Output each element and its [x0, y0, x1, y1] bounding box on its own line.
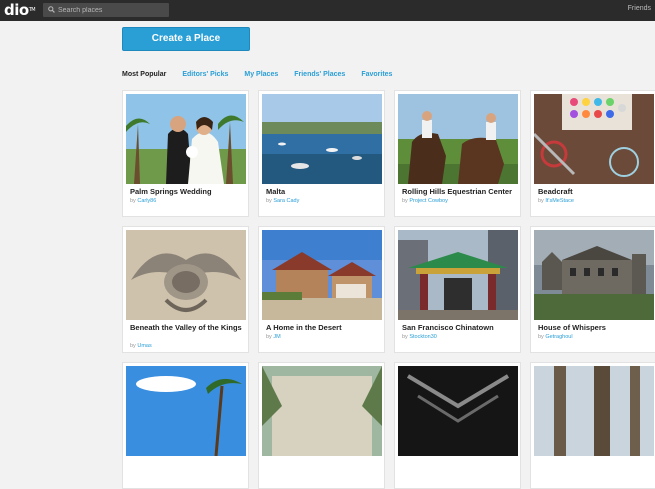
place-thumbnail[interactable] [126, 230, 246, 320]
tab-my-places[interactable]: My Places [244, 71, 278, 81]
place-thumbnail[interactable] [534, 366, 654, 456]
place-card[interactable]: Palm Springs Wedding by Carly86 [122, 90, 249, 217]
place-title[interactable]: Rolling Hills Equestrian Center [402, 187, 516, 196]
place-tabs: Most Popular Editors' Picks My Places Fr… [122, 71, 408, 81]
place-card[interactable]: A Home in the Desert by JM [258, 226, 385, 353]
place-title[interactable]: San Francisco Chinatown [402, 323, 516, 332]
place-thumbnail[interactable] [126, 366, 246, 456]
place-author: by Getraghoul [538, 334, 573, 340]
place-card[interactable]: Beadcraft by It'sMeStace [530, 90, 655, 217]
create-place-button[interactable]: Create a Place [122, 27, 250, 51]
place-thumbnail[interactable] [534, 230, 654, 320]
place-author: by Project Cowboy [402, 198, 448, 204]
author-link[interactable]: Project Cowboy [409, 198, 448, 204]
place-title[interactable]: Malta [266, 187, 380, 196]
place-card[interactable] [394, 362, 521, 489]
place-author: by Carly86 [130, 198, 157, 204]
place-thumbnail[interactable] [398, 366, 518, 456]
tab-favorites[interactable]: Favorites [361, 71, 392, 81]
author-link[interactable]: Carly86 [137, 198, 156, 204]
search-box[interactable] [43, 3, 169, 17]
place-author: by Umas [130, 343, 152, 349]
author-link[interactable]: It'sMeStace [545, 198, 574, 204]
place-author: by Sara Cady [266, 198, 300, 204]
place-thumbnail[interactable] [126, 94, 246, 184]
place-thumbnail[interactable] [398, 230, 518, 320]
place-author: by Stockton30 [402, 334, 437, 340]
author-link[interactable]: JM [273, 334, 280, 340]
place-thumbnail[interactable] [262, 94, 382, 184]
place-title[interactable]: A Home in the Desert [266, 323, 380, 332]
place-thumbnail[interactable] [262, 230, 382, 320]
place-card[interactable]: House of Whispers by Getraghoul [530, 226, 655, 353]
author-link[interactable]: Getraghoul [545, 334, 572, 340]
tab-friends-places[interactable]: Friends' Places [294, 71, 345, 81]
place-card[interactable]: San Francisco Chinatown by Stockton30 [394, 226, 521, 353]
top-bar: dioTM Friends [0, 0, 655, 21]
search-icon [48, 6, 55, 13]
friends-link[interactable]: Friends [628, 5, 651, 12]
place-title[interactable]: House of Whispers [538, 323, 652, 332]
place-card[interactable]: Rolling Hills Equestrian Center by Proje… [394, 90, 521, 217]
place-title[interactable]: Beadcraft [538, 187, 652, 196]
dio-logo[interactable]: dioTM [4, 1, 36, 19]
place-thumbnail[interactable] [262, 366, 382, 456]
place-title[interactable]: Beneath the Valley of the Kings [130, 323, 244, 332]
place-card[interactable]: Beneath the Valley of the Kings by Umas [122, 226, 249, 353]
place-author: by JM [266, 334, 281, 340]
place-card[interactable] [258, 362, 385, 489]
place-author: by It'sMeStace [538, 198, 574, 204]
place-thumbnail[interactable] [534, 94, 654, 184]
place-card[interactable] [530, 362, 655, 489]
place-card[interactable] [122, 362, 249, 489]
author-link[interactable]: Umas [137, 343, 151, 349]
tab-editors-picks[interactable]: Editors' Picks [182, 71, 228, 81]
author-link[interactable]: Stockton30 [409, 334, 437, 340]
author-link[interactable]: Sara Cady [273, 198, 299, 204]
place-card[interactable]: Malta by Sara Cady [258, 90, 385, 217]
search-input[interactable] [58, 3, 166, 17]
tab-most-popular[interactable]: Most Popular [122, 71, 166, 81]
place-thumbnail[interactable] [398, 94, 518, 184]
place-title[interactable]: Palm Springs Wedding [130, 187, 244, 196]
